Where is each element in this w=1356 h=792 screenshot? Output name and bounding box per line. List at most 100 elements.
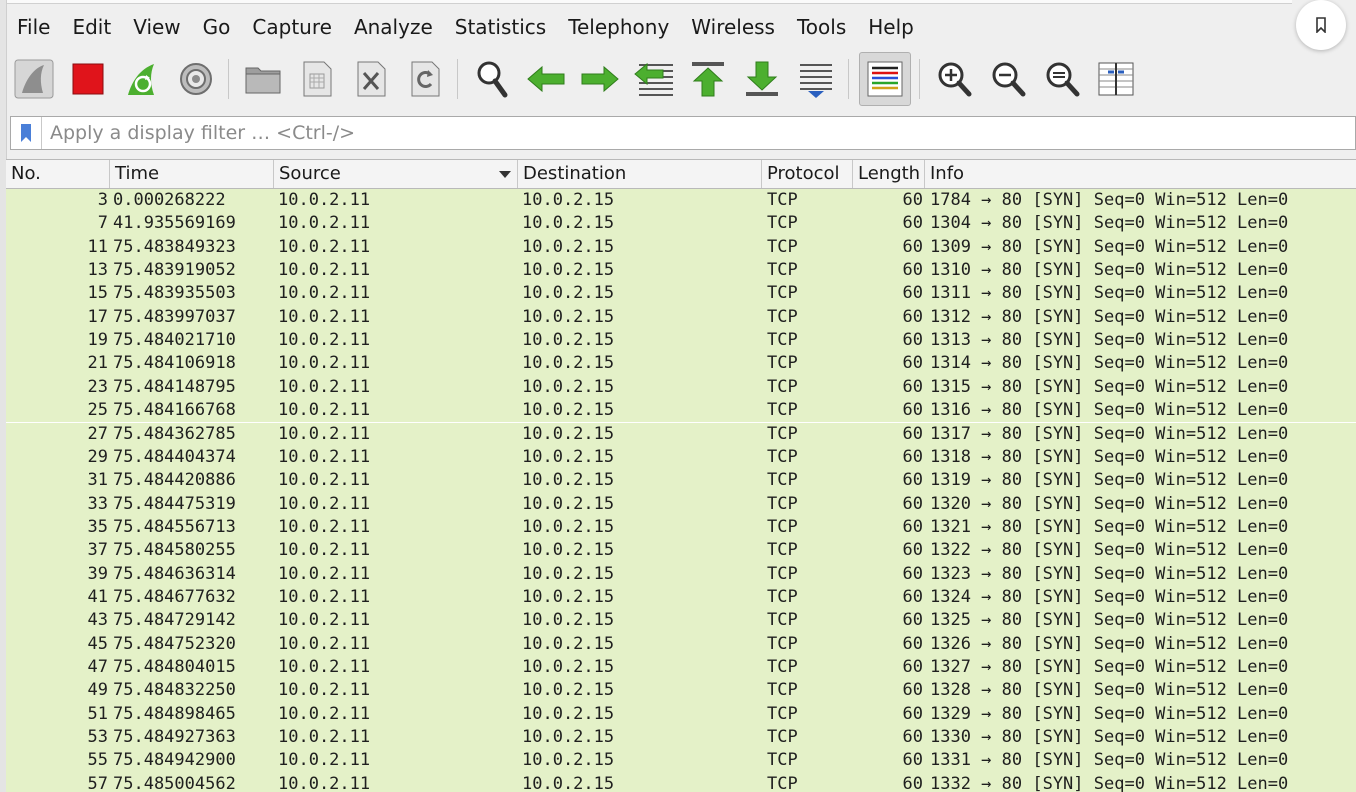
- packet-row[interactable]: 17 75.483997037 10.0.2.11 10.0.2.15 TCP 60 131…: [6, 305, 1356, 330]
- toolbar-separator: [919, 59, 922, 99]
- packet-row[interactable]: 43 75.484729142 10.0.2.11 10.0.2.15 TCP 60 132…: [6, 609, 1356, 633]
- go-forward-arrow-button[interactable]: [576, 53, 624, 105]
- restart-capture-button[interactable]: [118, 53, 166, 105]
- display-filter-bar: [10, 116, 1356, 150]
- resize-columns-button[interactable]: [1092, 53, 1140, 105]
- menu-wireless[interactable]: Wireless: [680, 8, 786, 46]
- cell-no: 21: [87, 353, 108, 374]
- cell-length: 60: [902, 703, 923, 724]
- capture-options-gear-button[interactable]: [172, 53, 220, 105]
- packet-row[interactable]: 41 75.484677632 10.0.2.11 10.0.2.15 TCP 60 132…: [6, 585, 1356, 610]
- packet-row[interactable]: 3 0.000268222 10.0.2.11 10.0.2.15 TCP 60 1784 …: [6, 189, 1356, 213]
- column-header-no[interactable]: No.: [6, 160, 110, 188]
- menu-statistics[interactable]: Statistics: [444, 8, 557, 46]
- find-packet-search-button[interactable]: [468, 53, 516, 105]
- menu-file[interactable]: File: [6, 8, 61, 46]
- zoom-in-button[interactable]: [930, 53, 978, 105]
- packet-row[interactable]: 29 75.484404374 10.0.2.11 10.0.2.15 TCP 60 131…: [6, 445, 1356, 470]
- go-last-packet-button[interactable]: [738, 53, 786, 105]
- cell-time: 75.484677632: [113, 586, 236, 607]
- go-first-packet-button[interactable]: [684, 53, 732, 105]
- go-back-arrow-button[interactable]: [522, 53, 570, 105]
- start-capture-fin-icon: [14, 59, 54, 99]
- cell-length: 60: [902, 353, 923, 374]
- cell-time: 41.935569169: [113, 213, 236, 234]
- cell-length: 60: [902, 470, 923, 491]
- cell-no: 23: [87, 376, 108, 397]
- menu-tools[interactable]: Tools: [786, 8, 857, 46]
- packet-row[interactable]: 11 75.483849323 10.0.2.11 10.0.2.15 TCP 60 130…: [6, 235, 1356, 260]
- packet-row[interactable]: 25 75.484166768 10.0.2.11 10.0.2.15 TCP 60 131…: [6, 399, 1356, 423]
- packet-row[interactable]: 45 75.484752320 10.0.2.11 10.0.2.15 TCP 60 132…: [6, 632, 1356, 656]
- packet-row[interactable]: 39 75.484636314 10.0.2.11 10.0.2.15 TCP 60 132…: [6, 562, 1356, 586]
- packet-row[interactable]: 53 75.484927363 10.0.2.11 10.0.2.15 TCP 60 133…: [6, 726, 1356, 750]
- colorize-icon: [867, 61, 903, 97]
- cell-destination: 10.0.2.15: [522, 633, 615, 654]
- packet-row[interactable]: 51 75.484898465 10.0.2.11 10.0.2.15 TCP 60 132…: [6, 702, 1356, 727]
- save-file-button[interactable]: [293, 53, 341, 105]
- menu-view[interactable]: View: [122, 8, 191, 46]
- start-capture-fin-button[interactable]: [10, 53, 58, 105]
- toolbar-separator: [848, 59, 851, 99]
- packet-row[interactable]: 37 75.484580255 10.0.2.11 10.0.2.15 TCP 60 132…: [6, 539, 1356, 563]
- packet-row[interactable]: 35 75.484556713 10.0.2.11 10.0.2.15 TCP 60 132…: [6, 515, 1356, 540]
- zoom-normal-button[interactable]: [1038, 53, 1086, 105]
- cell-length: 60: [902, 750, 923, 771]
- packet-row[interactable]: 27 75.484362785 10.0.2.11 10.0.2.15 TCP 60 131…: [6, 422, 1356, 446]
- cell-destination: 10.0.2.15: [522, 586, 615, 607]
- sort-descending-icon: [499, 171, 511, 178]
- cell-destination: 10.0.2.15: [522, 516, 615, 537]
- cell-no: 39: [87, 563, 108, 584]
- go-last-packet-icon: [746, 61, 778, 96]
- cell-source: 10.0.2.11: [278, 400, 371, 421]
- packet-row[interactable]: 21 75.484106918 10.0.2.11 10.0.2.15 TCP 60 131…: [6, 352, 1356, 376]
- close-file-button[interactable]: [347, 53, 395, 105]
- colorize-button[interactable]: [859, 52, 911, 106]
- column-header-destination[interactable]: Destination: [518, 160, 762, 188]
- reload-file-icon: [411, 61, 440, 97]
- packet-row[interactable]: 7 41.935569169 10.0.2.11 10.0.2.15 TCP 60 1304…: [6, 212, 1356, 236]
- filter-bookmark-button[interactable]: [11, 117, 42, 149]
- menu-capture[interactable]: Capture: [241, 8, 343, 46]
- cell-source: 10.0.2.11: [278, 446, 371, 467]
- packet-row[interactable]: 57 75.485004562 10.0.2.11 10.0.2.15 TCP 60 133…: [6, 772, 1356, 792]
- resize-columns-icon: [1098, 62, 1134, 96]
- cell-destination: 10.0.2.15: [522, 563, 615, 584]
- cell-source: 10.0.2.11: [278, 586, 371, 607]
- packet-row[interactable]: 19 75.484021710 10.0.2.11 10.0.2.15 TCP 60 131…: [6, 329, 1356, 353]
- cell-time: 75.484362785: [113, 423, 236, 444]
- go-to-packet-button[interactable]: [630, 53, 678, 105]
- packet-row[interactable]: 13 75.483919052 10.0.2.11 10.0.2.15 TCP 60 131…: [6, 259, 1356, 283]
- cell-length: 60: [902, 423, 923, 444]
- column-header-info[interactable]: Info: [925, 160, 1356, 188]
- cell-destination: 10.0.2.15: [522, 423, 615, 444]
- column-header-length[interactable]: Length: [853, 160, 925, 188]
- menu-edit[interactable]: Edit: [61, 8, 122, 46]
- reload-file-button[interactable]: [401, 53, 449, 105]
- packet-row[interactable]: 47 75.484804015 10.0.2.11 10.0.2.15 TCP 60 132…: [6, 656, 1356, 680]
- menu-help[interactable]: Help: [857, 8, 925, 46]
- auto-scroll-button[interactable]: [792, 53, 840, 105]
- column-header-protocol[interactable]: Protocol: [762, 160, 853, 188]
- column-header-source[interactable]: Source: [274, 160, 518, 188]
- packet-row[interactable]: 31 75.484420886 10.0.2.11 10.0.2.15 TCP 60 131…: [6, 469, 1356, 493]
- packet-row[interactable]: 15 75.483935503 10.0.2.11 10.0.2.15 TCP 60 131…: [6, 282, 1356, 306]
- column-header-time[interactable]: Time: [110, 160, 274, 188]
- open-file-folder-button[interactable]: [239, 53, 287, 105]
- menu-analyze[interactable]: Analyze: [343, 8, 444, 46]
- packet-row[interactable]: 49 75.484832250 10.0.2.11 10.0.2.15 TCP 60 132…: [6, 679, 1356, 703]
- packet-row[interactable]: 23 75.484148795 10.0.2.11 10.0.2.15 TCP 60 131…: [6, 375, 1356, 400]
- cell-no: 43: [87, 610, 108, 631]
- packet-row[interactable]: 55 75.484942900 10.0.2.11 10.0.2.15 TCP 60 133…: [6, 749, 1356, 773]
- menu-go[interactable]: Go: [192, 8, 242, 46]
- bookmark-button[interactable]: [1296, 0, 1346, 50]
- cell-protocol: TCP: [767, 680, 798, 701]
- display-filter-input[interactable]: [42, 118, 1355, 148]
- zoom-out-button[interactable]: [984, 53, 1032, 105]
- menu-telephony[interactable]: Telephony: [557, 8, 680, 46]
- stop-capture-button[interactable]: [64, 53, 112, 105]
- capture-options-gear-icon: [180, 63, 212, 95]
- packet-row[interactable]: 33 75.484475319 10.0.2.11 10.0.2.15 TCP 60 132…: [6, 492, 1356, 516]
- cell-info: 1315 → 80 [SYN] Seq=0 Win=512 Len=0: [930, 376, 1289, 397]
- close-file-icon: [357, 61, 386, 97]
